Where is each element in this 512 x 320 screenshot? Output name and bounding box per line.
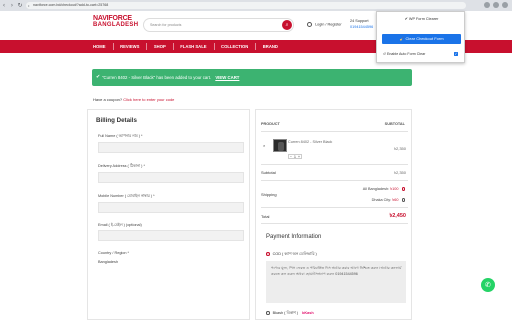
logo-line2: BANGLADESH (93, 22, 139, 28)
login-label: Login / Register (315, 22, 342, 27)
support-info: 24 Support 01941544596 (350, 18, 373, 30)
radio-selected[interactable] (266, 252, 270, 256)
product-price: ৳2,350 (393, 146, 406, 151)
notice-message: "Curren 8402 - Silver Black" has been ad… (102, 75, 212, 80)
bkash-logo: bKash (302, 311, 314, 315)
quantity-stepper[interactable]: − 1 + (288, 154, 302, 159)
shipping-option-all[interactable]: All Bangladesh: ৳100 (363, 186, 405, 193)
whatsapp-icon[interactable]: ✆ (481, 278, 495, 292)
back-icon[interactable]: ‹ (0, 2, 8, 10)
divider (261, 131, 408, 132)
nav-flash-sale[interactable]: FLASH SALE (180, 44, 206, 49)
billing-title: Billing Details (96, 117, 137, 124)
search-placeholder: Search for products (150, 23, 182, 27)
divider (261, 164, 408, 165)
divider (261, 223, 408, 224)
auto-clear-checkbox[interactable]: ✓ (454, 52, 458, 56)
search-icon[interactable]: ⌕ (282, 20, 292, 30)
full-name-field[interactable] (98, 142, 244, 153)
full-name-label: Full Name ( আপনার নাম ) * (98, 134, 143, 138)
total-label: Total (261, 214, 270, 219)
mobile-field[interactable] (98, 202, 244, 213)
search-input[interactable]: Search for products ⌕ (143, 18, 294, 32)
nav-divider (112, 43, 114, 50)
coupon-text: Have a coupon? (93, 97, 123, 102)
url-text: naviforce.com.bd/checkout/?add-to-cart=2… (33, 3, 109, 7)
shipping-option-dhaka[interactable]: Dhaka City: ৳60 (372, 197, 405, 204)
payment-title: Payment Information (266, 234, 322, 240)
address-bar[interactable]: • naviforce.com.bd/checkout/?add-to-cart… (26, 2, 466, 9)
ship-option-label: All Bangladesh: (362, 187, 390, 191)
minus-icon[interactable]: − (290, 155, 292, 159)
extension-popup: ✔ WP Form Clearer 🧹 Clear Checkout Form … (376, 11, 465, 63)
user-icon (307, 22, 312, 27)
extension-icon[interactable] (493, 2, 499, 8)
nav-divider (146, 43, 147, 50)
cart-notice: ✔ "Curren 8402 - Silver Black" has been … (92, 69, 412, 86)
shipping-label: Shipping (261, 192, 277, 197)
view-cart-link[interactable]: VIEW CART (215, 75, 239, 80)
auto-clear-label: ↺ Enable Auto Form Clear (383, 52, 426, 56)
radio-unselected[interactable] (401, 198, 405, 202)
payment-bkash[interactable]: Bkash ( বিকাশ ) bKash (266, 310, 314, 317)
auto-clear-text: Enable Auto Form Clear (387, 52, 426, 56)
divider (261, 180, 408, 181)
address-label: Delivery Address ( ঠিকানা ) * (98, 164, 145, 168)
cod-label: COD ( ক্যাশ অন ডেলিভারি ) (272, 252, 317, 256)
site-logo[interactable]: NAVIFORCE BANGLADESH (93, 15, 139, 34)
extension-icons (484, 2, 508, 8)
ship-option-amount: ৳60 (392, 198, 399, 202)
nav-home[interactable]: HOME (93, 44, 106, 49)
nav-divider (213, 43, 215, 50)
radio-selected[interactable] (401, 187, 405, 191)
nav-divider (255, 43, 256, 50)
total-value: ৳2,450 (389, 213, 406, 219)
nav-collection[interactable]: COLLECTION (221, 44, 248, 49)
country-label: Country / Region * (98, 251, 130, 255)
extension-icon[interactable] (484, 2, 490, 8)
popup-title-text: WP Form Clearer (408, 17, 439, 21)
col-subtotal: SUBTOTAL (384, 122, 405, 126)
nav-reviews[interactable]: REVIEWS (120, 44, 139, 49)
login-link[interactable]: Login / Register (307, 22, 342, 27)
lock-icon: • (28, 3, 30, 8)
order-summary: PRODUCT SUBTOTAL × Curren 8402 - Silver … (255, 109, 412, 320)
address-field[interactable] (98, 172, 244, 183)
support-phone[interactable]: 01941544596 (350, 24, 373, 30)
subtotal-label: Subtotal (261, 170, 276, 175)
profile-icon[interactable] (502, 2, 508, 8)
remove-item-icon[interactable]: × (263, 143, 265, 148)
quantity-value: 1 (294, 154, 296, 159)
nav-shop[interactable]: SHOP (154, 44, 166, 49)
product-name: Curren 8402 - Silver Black (288, 140, 333, 144)
product-thumbnail (273, 139, 287, 152)
reload-icon[interactable]: ↻ (16, 2, 24, 10)
country-value: Bangladesh (98, 260, 119, 264)
mobile-label: Mobile Number ( মোবাইল নাম্বার ) * (98, 194, 155, 198)
ship-option-label: Dhaka City: (371, 198, 392, 202)
email-field[interactable] (98, 230, 244, 241)
payment-cod[interactable]: COD ( ক্যাশ অন ডেলিভারি ) (266, 251, 317, 258)
divider (261, 207, 408, 208)
check-icon: ✔ (96, 74, 101, 80)
forward-icon[interactable]: › (8, 2, 16, 10)
billing-section: Billing Details Full Name ( আপনার নাম ) … (87, 109, 250, 320)
plus-icon[interactable]: + (298, 155, 300, 159)
browser-toolbar: ‹ › ↻ • naviforce.com.bd/checkout/?add-t… (0, 0, 512, 11)
subtotal-value: ৳2,350 (393, 170, 406, 175)
popup-title: ✔ WP Form Clearer (404, 17, 439, 21)
col-product: PRODUCT (261, 122, 280, 126)
clear-checkout-button[interactable]: 🧹 Clear Checkout Form (382, 34, 461, 44)
coupon-link[interactable]: Click here to enter your code (123, 97, 174, 102)
email-label: Email ( ই-মেইল ) (optional) (98, 223, 142, 227)
radio-unselected[interactable] (266, 311, 270, 315)
clear-button-label: Clear Checkout Form (405, 36, 444, 41)
nav-brand[interactable]: BRAND (263, 44, 278, 49)
coupon-prompt: Have a coupon? Click here to enter your … (93, 97, 174, 102)
payment-note: পণ্যের মূল্য, পিস ফেরত ও পরিবর্তিত দিস অ… (266, 261, 406, 303)
bkash-label: Bkash ( বিকাশ ) (272, 311, 299, 315)
ship-option-amount: ৳100 (390, 187, 399, 191)
nav-divider (172, 43, 174, 50)
